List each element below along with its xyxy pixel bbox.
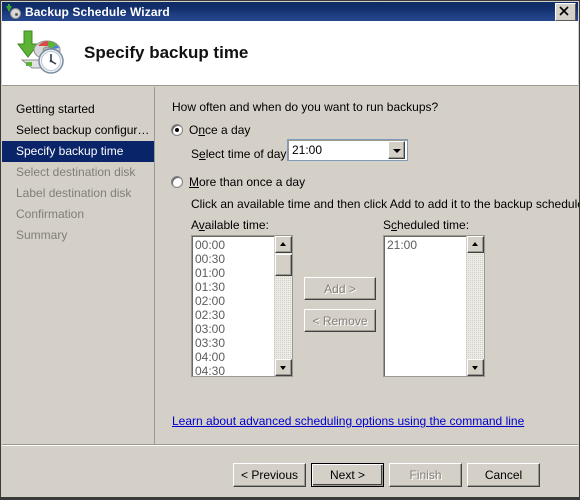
scheduled-time-items: 21:00 xyxy=(384,236,466,376)
cancel-button-label: Cancel xyxy=(484,468,523,482)
wizard-header: Specify backup time xyxy=(2,21,578,86)
backup-disk-clock-icon xyxy=(16,28,70,78)
scroll-down-icon[interactable] xyxy=(275,359,292,376)
add-button[interactable]: Add > xyxy=(304,277,376,300)
scrollbar-thumb[interactable] xyxy=(275,254,292,276)
sidebar-item-specify-backup-time[interactable]: Specify backup time xyxy=(2,141,154,162)
available-time-listbox[interactable]: 00:00 00:30 01:00 01:30 02:00 02:30 03:0… xyxy=(191,235,293,377)
cancel-button[interactable]: Cancel xyxy=(467,463,540,487)
scroll-down-icon[interactable] xyxy=(467,359,484,376)
content-pane: How often and when do you want to run ba… xyxy=(156,87,580,494)
list-item[interactable]: 21:00 xyxy=(387,238,466,252)
list-item[interactable]: 02:30 xyxy=(195,308,274,322)
advanced-scheduling-link[interactable]: Learn about advanced scheduling options … xyxy=(172,414,524,428)
radio-more-than-once-a-day[interactable]: More than once a day xyxy=(171,175,305,189)
add-time-hint: Click an available time and then click A… xyxy=(191,197,580,211)
list-item[interactable]: 03:00 xyxy=(195,322,274,336)
page-title: Specify backup time xyxy=(84,43,249,62)
sidebar-item-confirmation[interactable]: Confirmation xyxy=(2,204,154,225)
list-item[interactable]: 04:00 xyxy=(195,350,274,364)
scheduled-time-label: Scheduled time: xyxy=(383,218,470,232)
finish-button-label: Finish xyxy=(409,468,442,482)
time-of-day-value: 21:00 xyxy=(292,143,323,157)
sidebar-item-getting-started[interactable]: Getting started xyxy=(2,99,154,120)
next-button-label: Next > xyxy=(329,468,365,482)
titlebar: Backup Schedule Wizard xyxy=(2,2,578,21)
list-item[interactable]: 04:30 xyxy=(195,364,274,376)
backup-schedule-wizard-window: Backup Schedule Wizard Specify backup ti… xyxy=(0,0,580,500)
radio-once-a-day[interactable]: Once a day xyxy=(171,123,250,137)
sidebar-item-summary[interactable]: Summary xyxy=(2,225,154,246)
scheduled-time-listbox[interactable]: 21:00 xyxy=(383,235,485,377)
radio-more-than-once-a-day-indicator xyxy=(171,176,183,188)
footer: < Previous Next > Finish Cancel xyxy=(2,446,578,494)
remove-button[interactable]: < Remove xyxy=(304,309,376,332)
close-button[interactable] xyxy=(555,2,576,21)
prompt-text: How often and when do you want to run ba… xyxy=(172,100,439,114)
sidebar-item-select-destination-disk[interactable]: Select destination disk xyxy=(2,162,154,183)
radio-more-than-once-a-day-label: More than once a day xyxy=(189,175,306,189)
time-of-day-combobox[interactable]: 21:00 xyxy=(287,139,408,161)
list-item[interactable]: 01:30 xyxy=(195,280,274,294)
list-item[interactable]: 03:30 xyxy=(195,336,274,350)
select-time-of-day-label: Select time of day: xyxy=(191,147,290,161)
radio-once-a-day-label: Once a day xyxy=(189,123,251,137)
available-time-items: 00:00 00:30 01:00 01:30 02:00 02:30 03:0… xyxy=(192,236,274,376)
close-icon xyxy=(559,5,569,16)
list-item[interactable]: 00:30 xyxy=(195,252,274,266)
available-time-scrollbar[interactable] xyxy=(274,236,292,376)
next-button[interactable]: Next > xyxy=(311,463,384,487)
remove-button-label: < Remove xyxy=(312,313,368,328)
backup-clock-icon xyxy=(5,3,21,20)
wizard-steps-sidebar: Getting started Select backup configur… … xyxy=(2,87,155,494)
window-title: Backup Schedule Wizard xyxy=(25,4,170,19)
sidebar-item-select-backup-configuration[interactable]: Select backup configur… xyxy=(2,120,154,141)
chevron-down-icon[interactable] xyxy=(388,141,405,159)
scroll-up-icon[interactable] xyxy=(467,236,484,253)
previous-button[interactable]: < Previous xyxy=(233,463,306,487)
add-button-label: Add > xyxy=(324,281,356,296)
list-item[interactable]: 01:00 xyxy=(195,266,274,280)
scroll-up-icon[interactable] xyxy=(275,236,292,253)
available-time-label: Available time: xyxy=(191,218,269,232)
sidebar-item-label-destination-disk[interactable]: Label destination disk xyxy=(2,183,154,204)
list-item[interactable]: 00:00 xyxy=(195,238,274,252)
radio-once-a-day-indicator xyxy=(171,124,183,136)
list-item[interactable]: 02:00 xyxy=(195,294,274,308)
scheduled-time-scrollbar[interactable] xyxy=(466,236,484,376)
previous-button-label: < Previous xyxy=(240,468,299,482)
finish-button[interactable]: Finish xyxy=(389,463,462,487)
